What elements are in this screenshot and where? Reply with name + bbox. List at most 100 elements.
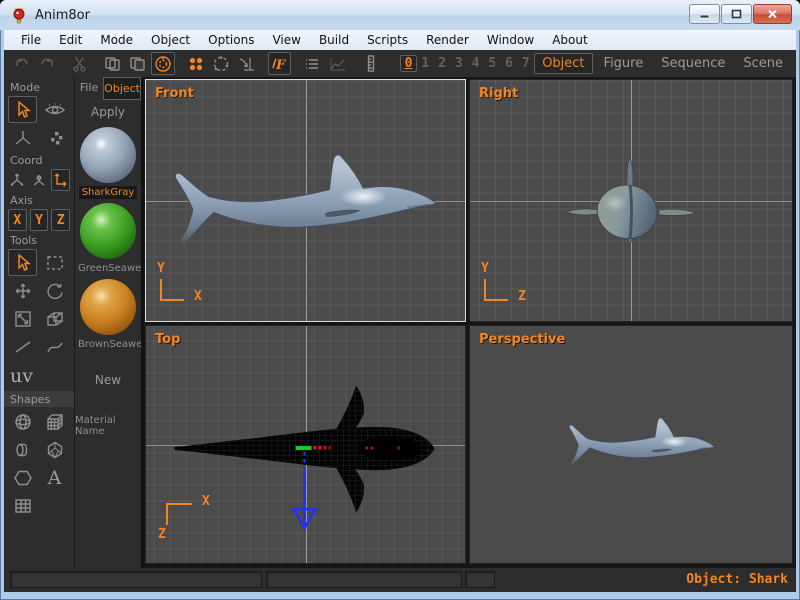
top-axis-right-label: X — [202, 494, 210, 509]
tool-scale-button[interactable] — [8, 305, 37, 332]
new-material-button[interactable]: New — [95, 373, 121, 387]
mode-select-button[interactable] — [8, 96, 37, 123]
ruler-button[interactable] — [359, 52, 382, 75]
toolbar-number-1[interactable]: 1 — [417, 56, 434, 71]
tool-select-button[interactable] — [8, 249, 37, 276]
list-button[interactable] — [301, 52, 324, 75]
menu-render[interactable]: Render — [417, 31, 478, 49]
shape-cube-button[interactable] — [40, 408, 69, 435]
materials-tab-file[interactable]: File — [75, 77, 103, 100]
copy-button[interactable] — [101, 52, 124, 75]
coord-section-label: Coord — [10, 154, 43, 167]
material-swatch-sharkgray[interactable] — [80, 127, 136, 183]
move-icon — [15, 283, 30, 298]
shape-sphere-button[interactable] — [8, 408, 37, 435]
tripod-icon — [15, 130, 30, 145]
toolbar-number-6[interactable]: 6 — [501, 56, 518, 71]
object-axis-icon — [33, 175, 45, 186]
status-field-2 — [266, 571, 462, 588]
mode-view-button[interactable] — [40, 96, 69, 123]
axis-snap-button[interactable] — [235, 52, 258, 75]
mode-tab-figure[interactable]: Figure — [597, 54, 651, 73]
coord-object-button[interactable] — [30, 169, 49, 191]
tool-extrude-button[interactable] — [40, 305, 69, 332]
minimize-button[interactable] — [689, 4, 720, 24]
quad-points-button[interactable] — [185, 52, 208, 75]
materials-panel: File Object Apply SharkGray GreenSeaweed… — [75, 77, 143, 568]
mode-tab-sequence[interactable]: Sequence — [654, 54, 732, 73]
material-swatch-brownseaweed[interactable] — [80, 279, 136, 335]
toolbar-number-4[interactable]: 4 — [467, 56, 484, 71]
tool-move-button[interactable] — [8, 277, 37, 304]
tool-curve-button[interactable] — [40, 333, 69, 360]
menu-build[interactable]: Build — [310, 31, 358, 49]
mode-tab-scene[interactable]: Scene — [736, 54, 790, 73]
top-axis-down-label: Z — [158, 527, 166, 542]
paste-button[interactable] — [126, 52, 149, 75]
axis-z-label: Z — [56, 212, 65, 228]
menu-scripts[interactable]: Scripts — [358, 31, 417, 49]
shapes-section-label: Shapes — [4, 391, 74, 407]
materials-tab-object[interactable]: Object — [103, 77, 141, 100]
coord-screen-button[interactable] — [51, 169, 71, 191]
dotted-circle-button[interactable] — [210, 52, 233, 75]
menu-object[interactable]: Object — [142, 31, 199, 49]
viewport-right[interactable]: Right Y Z — [469, 79, 793, 322]
axis-y-button[interactable]: Y — [29, 209, 49, 231]
paste-icon — [130, 56, 146, 71]
script-button[interactable]: F — [267, 52, 291, 75]
shape-grid-button[interactable] — [8, 492, 37, 519]
menu-view[interactable]: View — [263, 31, 309, 49]
maximize-button[interactable] — [721, 4, 752, 24]
toolbar-number-0[interactable]: 0 — [400, 55, 417, 72]
tool-uv-button[interactable]: uv — [8, 361, 70, 389]
perspective-shark-model[interactable] — [470, 326, 792, 563]
menu-options[interactable]: Options — [199, 31, 263, 49]
menubar: File Edit Mode Object Options View Build… — [4, 30, 796, 50]
viewport-area: Front Y X Right Y Z Top X Z Perspective — [143, 77, 796, 568]
toolbar-number-3[interactable]: 3 — [450, 56, 467, 71]
undo-button[interactable] — [10, 52, 33, 75]
scale-icon — [14, 310, 31, 327]
mode-tab-object[interactable]: Object — [534, 53, 593, 74]
mode-axis-button[interactable] — [8, 124, 37, 151]
toolbar-number-2[interactable]: 2 — [434, 56, 451, 71]
material-swatch-greenseaweed[interactable] — [80, 203, 136, 259]
coord-world-button[interactable] — [8, 169, 27, 191]
undo-icon — [15, 58, 28, 66]
shape-text-button[interactable]: A — [40, 464, 69, 491]
titlebar[interactable]: Anim8or — [0, 0, 800, 30]
menu-edit[interactable]: Edit — [50, 31, 91, 49]
menu-about[interactable]: About — [543, 31, 596, 49]
shape-geodesic-button[interactable] — [40, 436, 69, 463]
toolbar-number-5[interactable]: 5 — [484, 56, 501, 71]
viewport-front[interactable]: Front Y X — [145, 79, 466, 322]
cut-button[interactable] — [68, 52, 91, 75]
screen-axis-icon — [54, 173, 67, 187]
shape-cylinder-button[interactable] — [8, 436, 37, 463]
viewport-perspective[interactable]: Perspective — [469, 325, 793, 564]
material-label-greenseaweed[interactable]: GreenSeaweed — [75, 262, 141, 275]
material-label-brownseaweed[interactable]: BrownSeaweed — [75, 338, 141, 351]
redo-button[interactable] — [35, 52, 58, 75]
shape-ngon-button[interactable] — [8, 464, 37, 491]
menu-file[interactable]: File — [12, 31, 50, 49]
axis-x-button[interactable]: X — [8, 209, 27, 231]
material-name-label: Material Name — [75, 415, 116, 437]
tool-rotate-button[interactable] — [40, 277, 69, 304]
tool-line-button[interactable] — [8, 333, 37, 360]
apply-button[interactable]: Apply — [91, 100, 125, 123]
copy-icon — [105, 56, 120, 71]
menu-window[interactable]: Window — [478, 31, 543, 49]
arc-rotate-button[interactable] — [151, 52, 175, 75]
menu-mode[interactable]: Mode — [91, 31, 142, 49]
axis-z-button[interactable]: Z — [51, 209, 71, 231]
material-label-sharkgray[interactable]: SharkGray — [78, 186, 138, 199]
mode-points-button[interactable] — [40, 124, 69, 151]
toolbar-number-7[interactable]: 7 — [517, 56, 534, 71]
viewport-top[interactable]: Top X Z — [145, 325, 466, 564]
graph-button[interactable] — [326, 52, 349, 75]
close-button[interactable] — [753, 4, 792, 24]
tool-drag-select-button[interactable] — [40, 249, 69, 276]
arc-rotate-icon — [155, 55, 171, 72]
